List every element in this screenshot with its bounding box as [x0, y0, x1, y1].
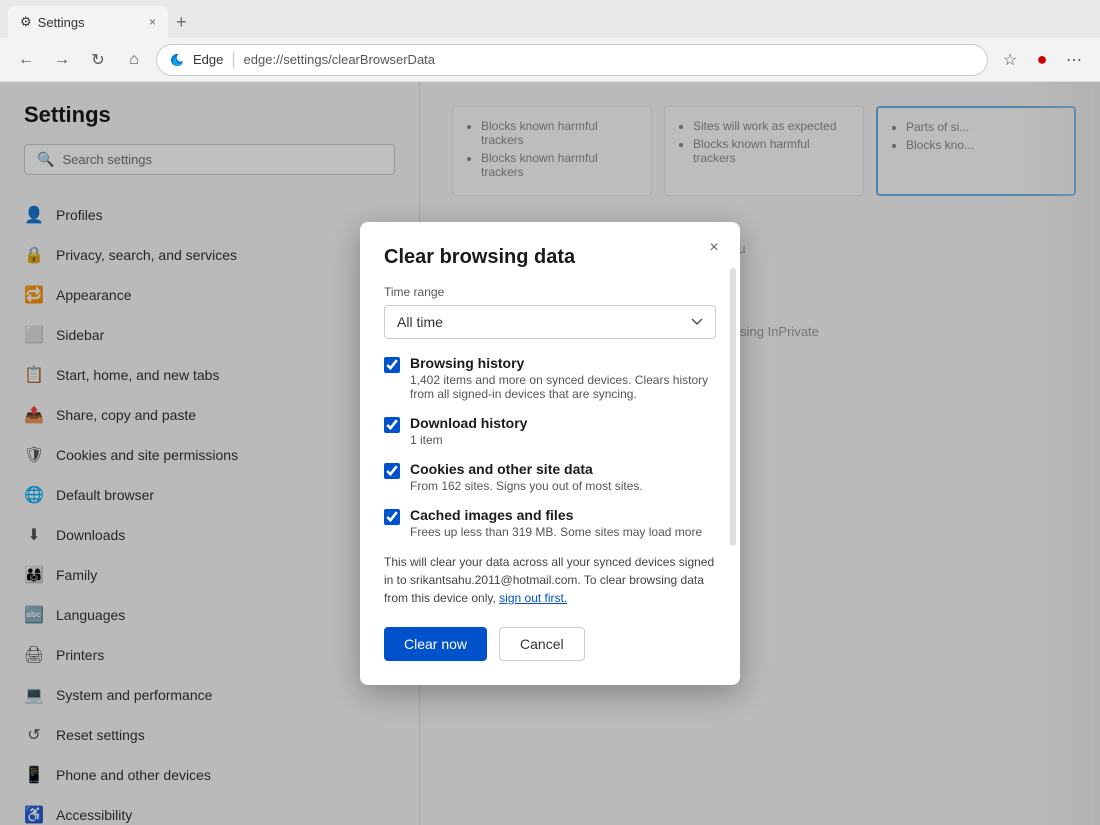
dialog-actions: Clear now Cancel — [384, 627, 716, 661]
checkbox-desc-cookies: From 162 sites. Signs you out of most si… — [410, 479, 643, 493]
dialog-overlay: Clear browsing data × Time range All tim… — [0, 82, 1100, 825]
time-range-label: Time range — [384, 285, 716, 299]
tab-icon: ⚙ — [20, 14, 32, 30]
checkbox-desc-cached: Frees up less than 319 MB. Some sites ma… — [410, 525, 702, 539]
checkbox-label-download_history: Download history 1 item — [410, 415, 527, 447]
checkbox-title-cookies: Cookies and other site data — [410, 461, 643, 477]
forward-button[interactable]: → — [48, 46, 76, 74]
edge-logo-icon — [169, 52, 185, 68]
address-separator: | — [231, 51, 235, 69]
favorite-button[interactable]: ☆ — [996, 46, 1024, 74]
checkbox-items-list: Browsing history 1,402 items and more on… — [384, 355, 716, 539]
checkbox-title-cached: Cached images and files — [410, 507, 702, 523]
tab-title: Settings — [38, 15, 85, 30]
checkbox-desc-browsing_history: 1,402 items and more on synced devices. … — [410, 373, 716, 401]
dialog-scrollbar — [730, 268, 736, 546]
checkbox-cookies[interactable] — [384, 463, 400, 479]
checkbox-label-browsing_history: Browsing history 1,402 items and more on… — [410, 355, 716, 401]
back-button[interactable]: ← — [12, 46, 40, 74]
browser-content: Settings 🔍 👤 Profiles 🔒 Privacy, search,… — [0, 82, 1100, 825]
checkbox-item-cookies: Cookies and other site data From 162 sit… — [384, 461, 716, 493]
address-bar[interactable]: Edge | edge://settings/clearBrowserData — [156, 44, 988, 76]
tab-close-button[interactable]: × — [149, 15, 156, 29]
checkbox-item-browsing_history: Browsing history 1,402 items and more on… — [384, 355, 716, 401]
checkbox-label-cached: Cached images and files Frees up less th… — [410, 507, 702, 539]
checkbox-desc-download_history: 1 item — [410, 433, 527, 447]
edge-label: Edge — [193, 52, 223, 67]
checkbox-cached[interactable] — [384, 509, 400, 525]
browser-settings-button[interactable]: ⋯ — [1060, 46, 1088, 74]
cancel-button[interactable]: Cancel — [499, 627, 585, 661]
dialog-info-text: This will clear your data across all you… — [384, 553, 716, 607]
address-url: edge://settings/clearBrowserData — [244, 52, 435, 67]
dialog-close-button[interactable]: × — [700, 234, 728, 262]
browser-window: ⚙ Settings × + ← → ↻ ⌂ Edge | edge://set… — [0, 0, 1100, 825]
checkbox-label-cookies: Cookies and other site data From 162 sit… — [410, 461, 643, 493]
checkbox-item-cached: Cached images and files Frees up less th… — [384, 507, 716, 539]
opera-button[interactable]: ● — [1028, 46, 1056, 74]
navigation-bar: ← → ↻ ⌂ Edge | edge://settings/clearBrow… — [0, 38, 1100, 82]
refresh-button[interactable]: ↻ — [84, 46, 112, 74]
checkbox-title-browsing_history: Browsing history — [410, 355, 716, 371]
tab-bar: ⚙ Settings × + — [0, 0, 1100, 38]
dialog-title: Clear browsing data — [384, 246, 716, 269]
clear-now-button[interactable]: Clear now — [384, 627, 487, 661]
checkbox-download_history[interactable] — [384, 417, 400, 433]
nav-actions: ☆ ● ⋯ — [996, 46, 1088, 74]
checkbox-browsing_history[interactable] — [384, 357, 400, 373]
checkbox-title-download_history: Download history — [410, 415, 527, 431]
clear-browsing-dialog: Clear browsing data × Time range All tim… — [360, 222, 740, 685]
checkbox-item-download_history: Download history 1 item — [384, 415, 716, 447]
new-tab-button[interactable]: + — [168, 12, 195, 33]
home-button[interactable]: ⌂ — [120, 46, 148, 74]
time-range-select[interactable]: All time Last hour Last 24 hours Last 7 … — [384, 305, 716, 339]
active-tab[interactable]: ⚙ Settings × — [8, 6, 168, 38]
sign-out-link[interactable]: sign out first. — [499, 591, 567, 605]
